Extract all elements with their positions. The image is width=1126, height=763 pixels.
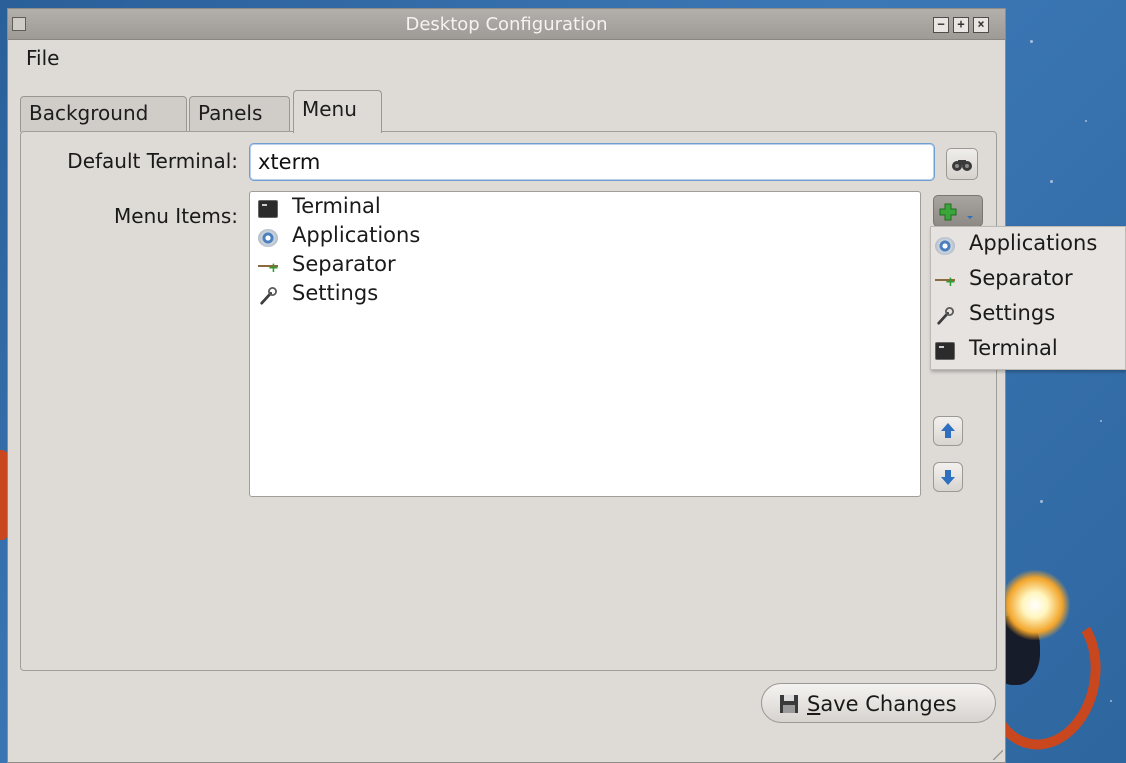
terminal-icon (258, 200, 278, 218)
applications-gear-icon (935, 237, 955, 255)
desktop-star (1085, 120, 1087, 122)
default-terminal-label: Default Terminal: (67, 149, 238, 173)
list-item-label: Applications (292, 223, 421, 247)
list-item-label: Separator (292, 252, 396, 276)
default-terminal-input[interactable] (249, 143, 935, 181)
tab-label: Background (29, 101, 149, 125)
desktop-star (1050, 180, 1053, 183)
applications-gear-icon (258, 229, 278, 247)
tab-background[interactable]: Background (20, 96, 187, 132)
arrow-up-icon (941, 423, 955, 438)
tab-menu[interactable]: Menu (293, 90, 382, 133)
move-up-button[interactable] (933, 416, 963, 446)
window-title: Desktop Configuration (405, 14, 608, 35)
popup-item-settings[interactable]: Settings (935, 299, 1123, 333)
popup-item-label: Applications (969, 231, 1098, 255)
desktop-star (1100, 420, 1102, 422)
desktop-sun (1000, 570, 1070, 640)
tab-panels[interactable]: Panels (189, 96, 290, 132)
separator-icon (935, 272, 956, 290)
menubar: File (8, 40, 1005, 74)
desktop-star (1110, 700, 1112, 702)
menu-items-list[interactable]: Terminal Applications Separator Settings (249, 191, 921, 497)
arrow-down-icon (941, 470, 955, 485)
separator-icon (258, 258, 279, 276)
minimize-button[interactable]: − (933, 17, 949, 33)
save-changes-label: Save Changes (807, 692, 957, 716)
save-label-rest: ave Changes (820, 692, 957, 716)
list-item-label: Terminal (292, 194, 381, 218)
list-item-label: Settings (292, 281, 379, 305)
popup-item-label: Terminal (969, 336, 1058, 360)
add-item-button[interactable] (933, 195, 983, 227)
desktop-star (1040, 500, 1043, 503)
terminal-icon (935, 342, 955, 360)
maximize-button[interactable]: + (953, 17, 969, 33)
popup-item-applications[interactable]: Applications (935, 229, 1123, 263)
save-mnemonic: S (807, 692, 821, 716)
floppy-disk-icon (780, 695, 798, 713)
add-item-popup-menu: Applications Separator Settings Terminal (930, 226, 1126, 370)
close-button[interactable]: × (973, 17, 989, 33)
popup-item-label: Separator (969, 266, 1073, 290)
tab-label: Menu (302, 97, 357, 121)
desktop-configuration-window: Desktop Configuration − + × File Backgro… (7, 8, 1006, 763)
menu-file[interactable]: File (26, 46, 59, 70)
popup-item-terminal[interactable]: Terminal (935, 334, 1123, 368)
popup-item-separator[interactable]: Separator (935, 264, 1123, 298)
binoculars-icon (952, 160, 972, 171)
resize-grip[interactable] (993, 750, 1003, 760)
wrench-icon (937, 307, 954, 325)
save-changes-button[interactable]: Save Changes (761, 683, 996, 723)
titlebar[interactable]: Desktop Configuration − + × (8, 9, 1005, 40)
wrench-icon (260, 287, 277, 305)
browse-terminal-button[interactable] (946, 148, 978, 180)
tab-label: Panels (198, 101, 263, 125)
move-down-button[interactable] (933, 462, 963, 492)
desktop-star (1030, 40, 1033, 43)
popup-item-label: Settings (969, 301, 1056, 325)
add-plus-icon (939, 203, 973, 221)
menu-items-label: Menu Items: (114, 204, 238, 228)
